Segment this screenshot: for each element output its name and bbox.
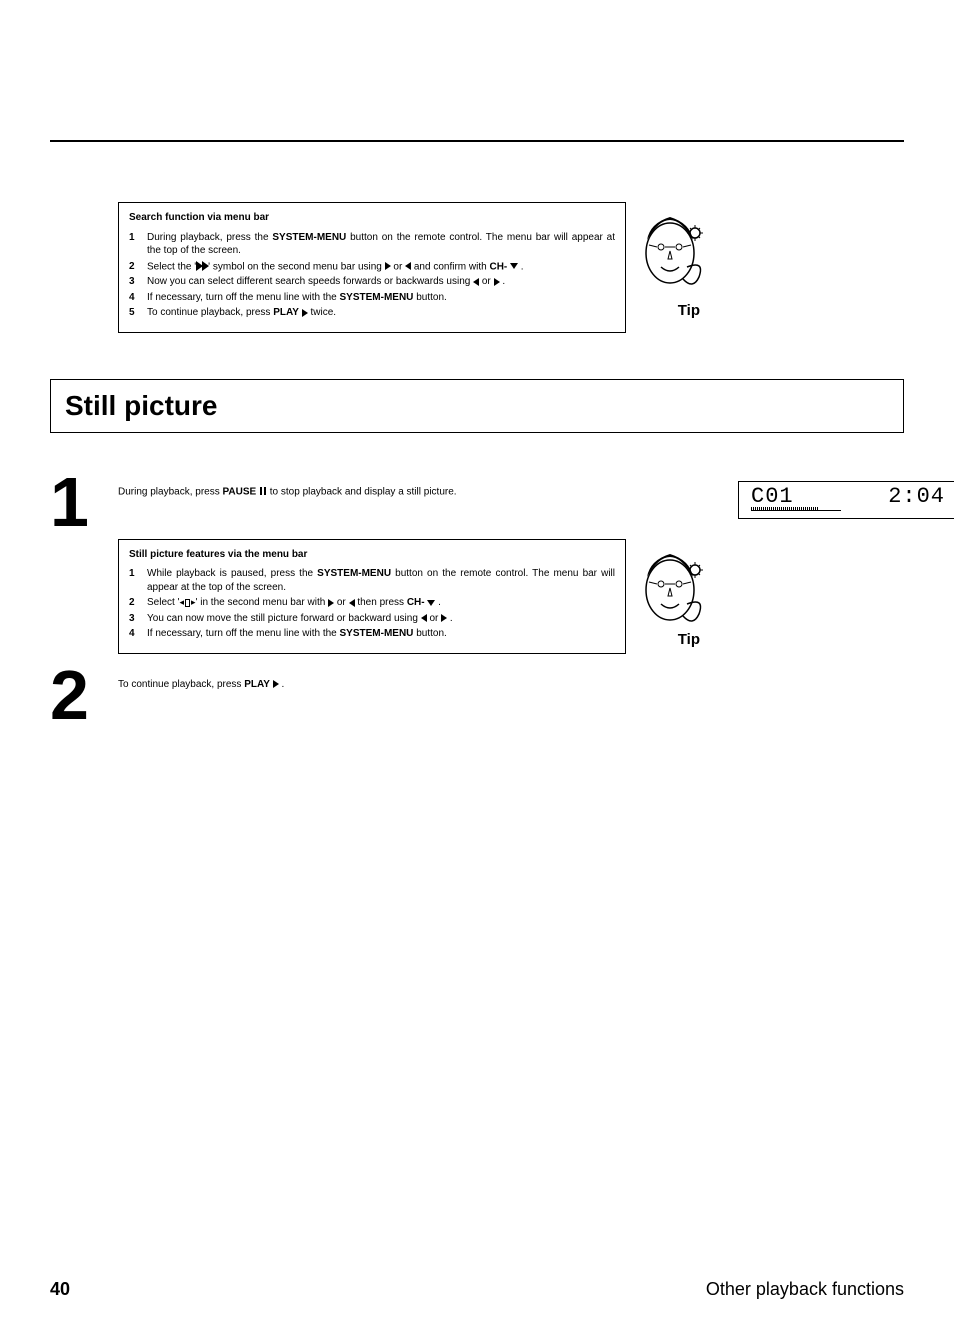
step-number: 1 [50, 481, 118, 523]
tip-list: 1While playback is paused, press the SYS… [129, 567, 615, 641]
tip-face-icon [635, 205, 705, 295]
footer-section-title: Other playback functions [706, 1279, 904, 1300]
tip-list: 1During playback, press the SYSTEM-MENU … [129, 231, 615, 320]
page-footer: 40 Other playback functions [50, 1279, 904, 1300]
tip-label: Tip [678, 630, 700, 650]
tip-item: You can now move the still picture forwa… [147, 612, 615, 626]
tip-item: Now you can select different search spee… [147, 275, 615, 289]
step-text: To continue playback, press PLAY . [118, 674, 626, 716]
tip-item: If necessary, turn off the menu line wit… [147, 291, 615, 305]
step-1-row: 1 During playback, press PAUSE to stop p… [50, 481, 904, 523]
tip-item: Select '◂▸' in the second menu bar with … [147, 596, 615, 610]
lcd-display: C01 2:04 [738, 481, 954, 519]
tip-item: While playback is paused, press the SYST… [147, 567, 615, 594]
tip-item: To continue playback, press PLAY twice. [147, 306, 615, 320]
tip-item: If necessary, turn off the menu line wit… [147, 627, 615, 641]
step-text: During playback, press PAUSE to stop pla… [118, 481, 626, 523]
section-heading: Still picture [65, 390, 889, 422]
tip-face-icon [635, 542, 705, 632]
tip-item: During playback, press the SYSTEM-MENU b… [147, 231, 615, 258]
step-2-row: 2 To continue playback, press PLAY . [50, 674, 904, 716]
tip-box-still: Still picture features via the menu bar … [118, 539, 626, 654]
lcd-right: 2:04 [888, 486, 945, 508]
tip-label: Tip [678, 301, 700, 321]
lcd-left: C01 [751, 486, 794, 508]
tip-item: Select the '' symbol on the second menu … [147, 260, 615, 274]
page-number: 40 [50, 1279, 70, 1300]
tip-title: Search function via menu bar [129, 211, 615, 225]
tip-title: Still picture features via the menu bar [129, 548, 615, 562]
step-number: 2 [50, 674, 118, 716]
lcd-progress-bar [751, 507, 841, 511]
section-heading-box: Still picture [50, 379, 904, 433]
tip-box-search: Search function via menu bar 1During pla… [118, 202, 626, 333]
